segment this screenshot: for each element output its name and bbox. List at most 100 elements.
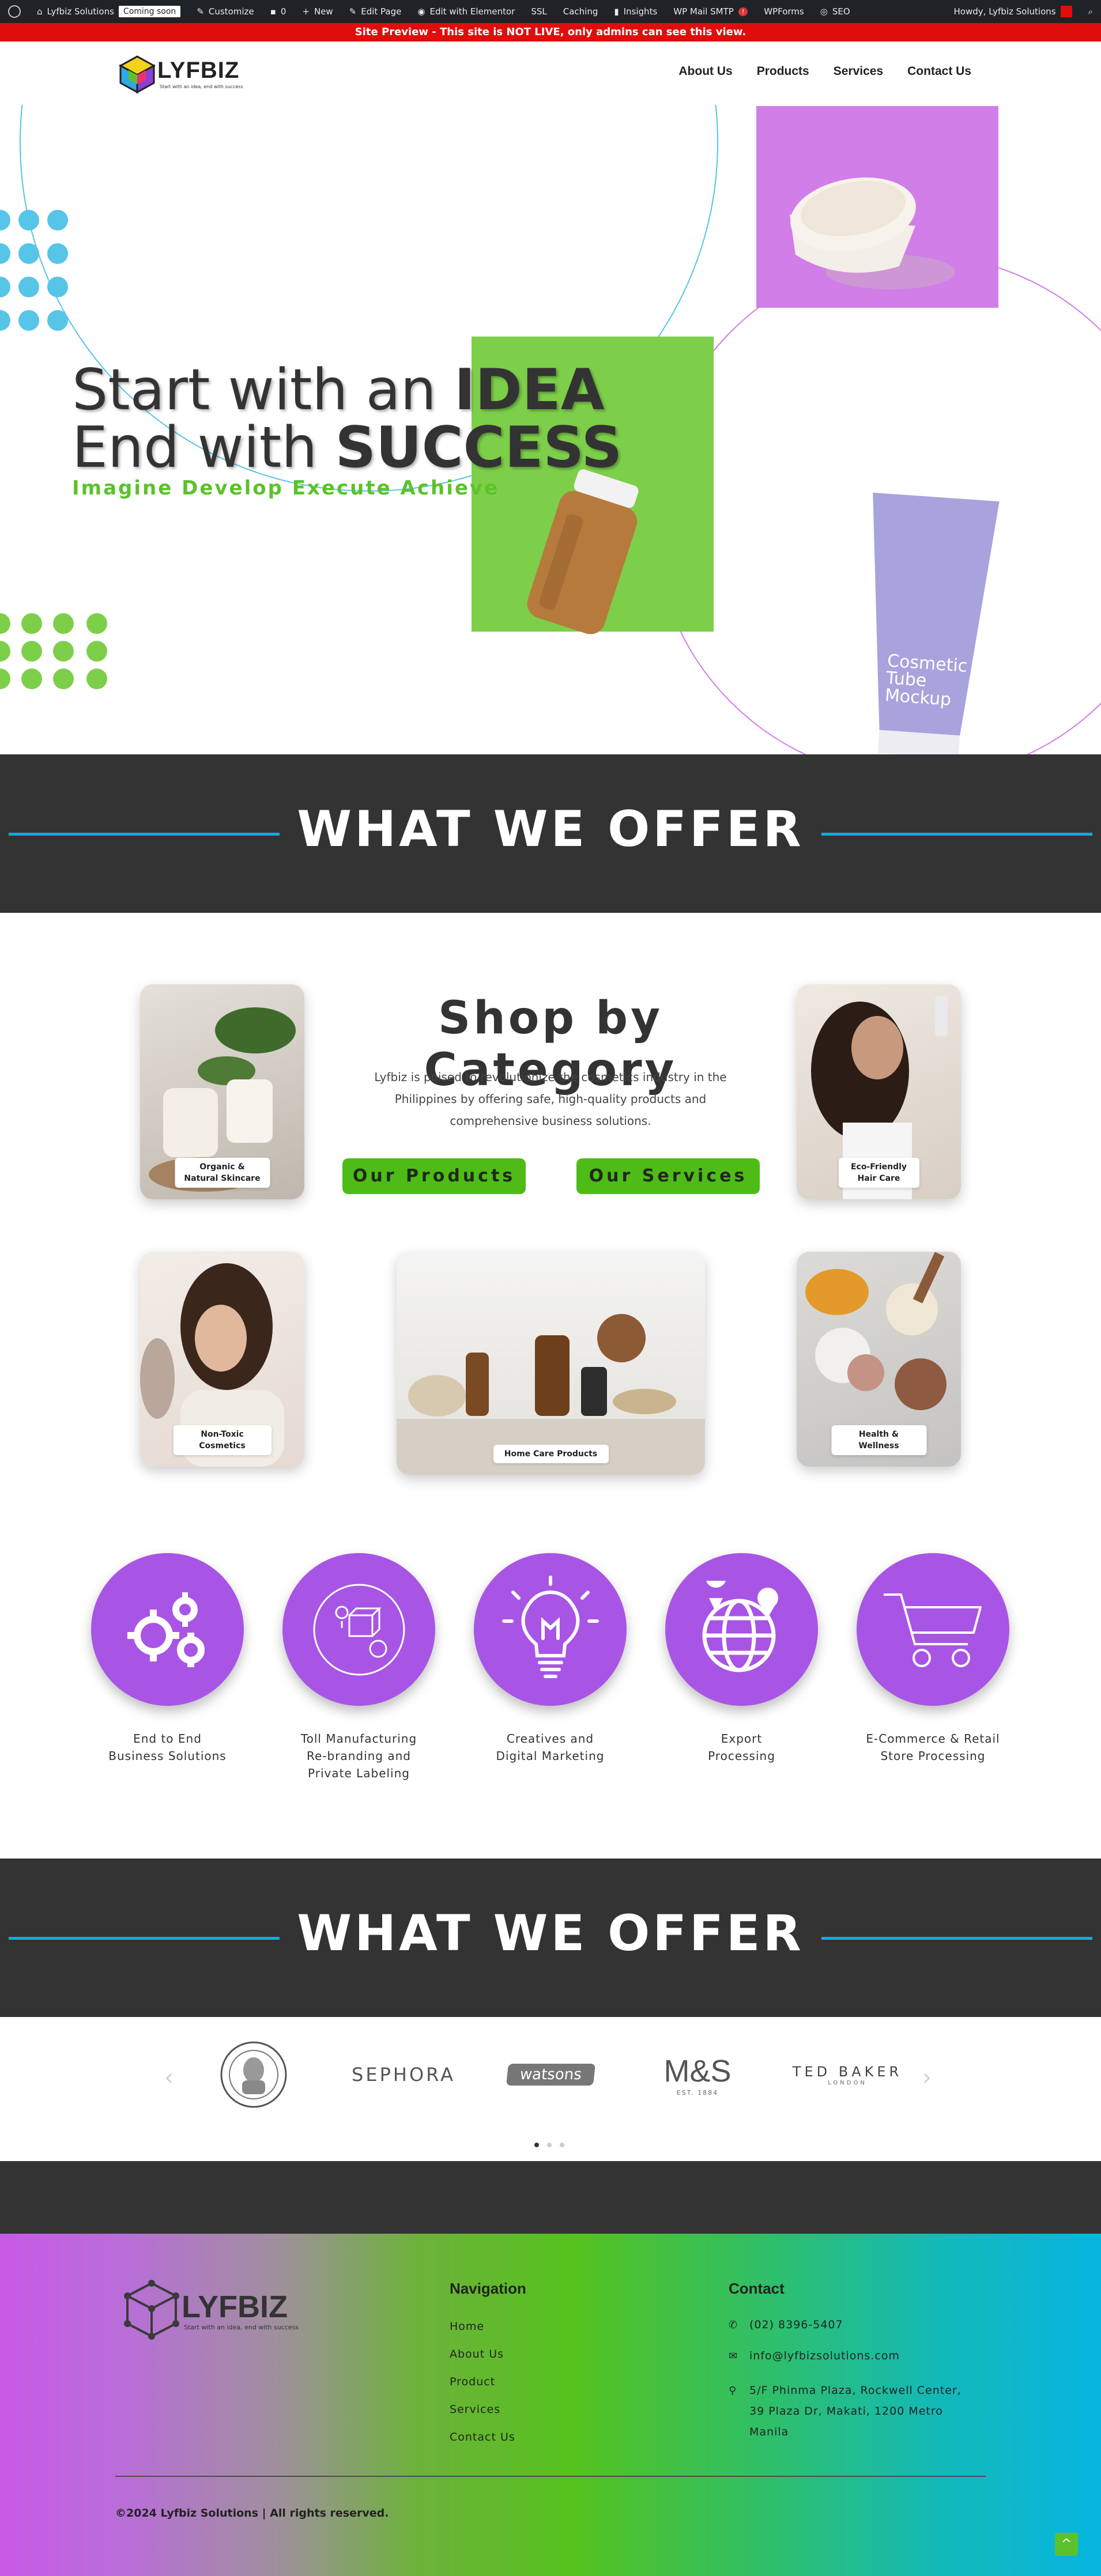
cube-logo-icon xyxy=(118,55,156,94)
seo-menu[interactable]: ◎ SEO xyxy=(812,0,858,23)
footer-email[interactable]: info@lyfbizsolutions.com xyxy=(749,2345,900,2366)
footer-phone[interactable]: (02) 8396-5407 xyxy=(749,2314,843,2335)
footer-logo[interactable]: LYFBIZ Start with an idea, end with succ… xyxy=(124,2280,320,2343)
service-creatives[interactable]: Creatives and Digital Marketing xyxy=(474,1553,627,1765)
carousel-dot[interactable] xyxy=(547,2143,552,2147)
account-menu[interactable]: Howdy, Lyfbiz Solutions xyxy=(946,0,1080,23)
carousel-dot-active[interactable] xyxy=(534,2143,539,2147)
watsons-wordmark: watsons xyxy=(506,2064,595,2086)
elementor-icon: ◉ xyxy=(417,6,425,17)
brush-icon: ✎ xyxy=(197,6,204,17)
new-label: New xyxy=(314,6,333,17)
carousel-pagination xyxy=(534,2143,564,2147)
category-card-hair-care[interactable]: Eco-Friendly Hair Care xyxy=(797,984,961,1199)
coming-soon-badge[interactable]: Coming soon xyxy=(118,6,181,17)
hero-line-2: End with SUCCESS xyxy=(72,415,622,481)
brand-logo-watsons[interactable]: watsons xyxy=(502,2043,599,2106)
edit-page-menu[interactable]: ✎ Edit Page xyxy=(341,0,410,23)
service-export[interactable]: Export Processing xyxy=(665,1553,818,1765)
ms-wordmark: M&S xyxy=(663,2053,732,2088)
smtp-menu[interactable]: WP Mail SMTP! xyxy=(665,0,756,23)
service-circle xyxy=(857,1553,1009,1706)
site-name: Lyfbiz Solutions xyxy=(47,6,114,17)
insights-menu[interactable]: ▮ Insights xyxy=(606,0,665,23)
site-footer: LYFBIZ Start with an idea, end with succ… xyxy=(0,2234,1101,2576)
elementor-menu[interactable]: ◉ Edit with Elementor xyxy=(409,0,523,23)
category-label: Non-Toxic Cosmetics xyxy=(173,1425,272,1455)
category-label: Health & Wellness xyxy=(831,1425,926,1455)
service-label: Export Processing xyxy=(708,1732,775,1763)
service-ecommerce[interactable]: E-Commerce & Retail Store Processing xyxy=(857,1553,1009,1765)
wpforms-label: WPForms xyxy=(764,6,804,17)
brand-logo-sephora[interactable]: SEPHORA xyxy=(346,2043,461,2106)
lightbulb-icon xyxy=(502,1575,599,1678)
footer-logo-tagline: Start with an idea, end with success xyxy=(184,2324,299,2331)
customize-menu[interactable]: ✎ Customize xyxy=(188,0,262,23)
logo-tagline: Start with an idea, end with success xyxy=(160,84,243,89)
avatar xyxy=(1060,6,1072,17)
ssl-menu[interactable]: SSL xyxy=(523,0,555,23)
howdy-text: Howdy, Lyfbiz Solutions xyxy=(953,6,1056,17)
brand-logo-ms[interactable]: M&S EST. 1884 xyxy=(651,2043,744,2106)
caching-menu[interactable]: Caching xyxy=(555,0,606,23)
comments-menu[interactable]: ▪ 0 xyxy=(262,0,295,23)
what-we-offer-band-1: WHAT WE OFFER xyxy=(0,754,1101,913)
hero-subtitle: Imagine Develop Execute Achieve xyxy=(72,477,500,500)
category-card-non-toxic-cosmetics[interactable]: Non-Toxic Cosmetics xyxy=(140,1252,304,1467)
home-icon: ⌂ xyxy=(37,6,43,17)
back-to-top-button[interactable]: ^ xyxy=(1055,2533,1078,2556)
nav-services[interactable]: Services xyxy=(834,65,883,78)
smtp-label: WP Mail SMTP xyxy=(673,6,734,17)
tedbaker-wordmark: TED BAKER xyxy=(792,2063,903,2080)
category-card-health-wellness[interactable]: Health & Wellness xyxy=(797,1252,961,1467)
globe-icon xyxy=(702,1580,778,1672)
nav-products[interactable]: Products xyxy=(757,65,809,78)
logo-wordmark: LYFBIZ xyxy=(157,58,240,83)
category-label: Organic & Natural Skincare xyxy=(175,1158,270,1188)
carousel-dot[interactable] xyxy=(560,2143,564,2147)
service-circle xyxy=(282,1553,435,1706)
service-toll-manufacturing[interactable]: Toll Manufacturing Re-branding and Priva… xyxy=(282,1553,435,1782)
brand-logo-seal[interactable] xyxy=(216,2041,291,2108)
carousel-next-arrow[interactable]: › xyxy=(922,2064,932,2091)
nav-about-us[interactable]: About Us xyxy=(678,65,732,78)
wpforms-menu[interactable]: WPForms xyxy=(756,0,812,23)
comments-count: 0 xyxy=(280,6,286,17)
search-menu[interactable]: ⌕ xyxy=(1080,0,1101,23)
footer-link-services[interactable]: Services xyxy=(450,2403,500,2416)
carousel-prev-arrow[interactable]: ‹ xyxy=(164,2064,174,2091)
footer-logo-wordmark: LYFBIZ xyxy=(182,2290,288,2324)
address-line-1: 5/F Phinma Plaza, Rockwell Center, xyxy=(749,2384,962,2397)
our-services-button[interactable]: Our Services xyxy=(576,1158,760,1194)
hero-section: Cosmetic Tube Mockup Start with an IDEA … xyxy=(0,105,1101,754)
new-content-menu[interactable]: + New xyxy=(294,0,341,23)
wp-logo-menu[interactable] xyxy=(0,0,29,23)
ssl-label: SSL xyxy=(531,6,547,17)
our-products-button[interactable]: Our Products xyxy=(342,1158,526,1194)
category-label: Eco-Friendly Hair Care xyxy=(838,1158,919,1188)
band-title: WHAT WE OFFER xyxy=(297,800,804,858)
shop-description: Lyfbiz is poised to revolutionize the co… xyxy=(374,1070,727,1128)
nav-contact-us[interactable]: Contact Us xyxy=(907,65,971,78)
brand-logo-tedbaker[interactable]: TED BAKER LONDON xyxy=(790,2043,905,2106)
gears-icon xyxy=(127,1592,205,1667)
category-card-organic-skincare[interactable]: Organic & Natural Skincare xyxy=(140,984,304,1199)
footer-link-contact[interactable]: Contact Us xyxy=(450,2431,515,2443)
service-end-to-end[interactable]: End to End Business Solutions xyxy=(91,1553,244,1765)
service-circle xyxy=(91,1553,244,1706)
hero-line-2-bold: SUCCESS xyxy=(335,415,623,481)
footer-link-product[interactable]: Product xyxy=(450,2375,495,2388)
site-logo[interactable]: LYFBIZ Start with an idea, end with succ… xyxy=(118,53,251,96)
manufacturing-icon xyxy=(313,1584,405,1675)
service-circle xyxy=(474,1553,627,1706)
cube-outline-logo-icon xyxy=(124,2280,179,2340)
category-card-home-care[interactable]: Home Care Products xyxy=(397,1252,705,1475)
phone-icon: ✆ xyxy=(729,2319,738,2331)
cosmetic-tube-image xyxy=(873,492,1000,754)
footer-link-home[interactable]: Home xyxy=(450,2320,484,2333)
site-name-menu[interactable]: ⌂ Lyfbiz Solutions Coming soon xyxy=(29,0,188,23)
cart-icon xyxy=(883,1593,982,1667)
footer-link-about[interactable]: About Us xyxy=(450,2348,504,2360)
band-title: WHAT WE OFFER xyxy=(297,1905,804,1962)
map-pin-icon: ⚲ xyxy=(729,2385,737,2397)
